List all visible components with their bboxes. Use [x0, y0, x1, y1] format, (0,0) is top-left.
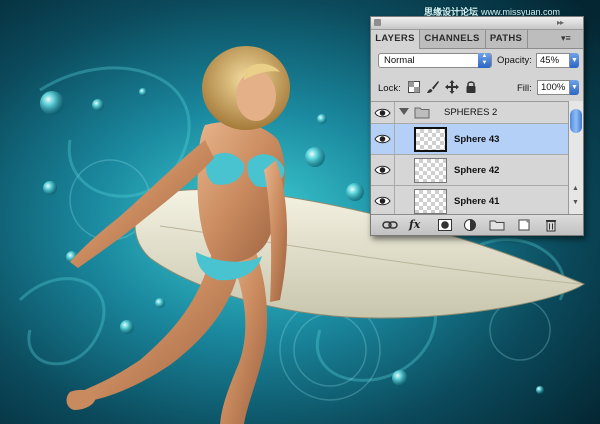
panel-titlebar[interactable]: ▸▸ — [371, 17, 583, 30]
lock-label: Lock: — [378, 83, 401, 94]
layer-thumbnail[interactable] — [414, 127, 447, 152]
scroll-down-arrow-icon[interactable]: ▼ — [572, 199, 579, 206]
tab-layers[interactable]: LAYERS — [371, 30, 420, 49]
visibility-eye-icon[interactable] — [374, 194, 391, 208]
panel-grip-icon[interactable]: ▸▸ — [557, 19, 564, 27]
layers-panel: ▸▸ LAYERS CHANNELS PATHS ▾≡ Normal ▲ ▼ Op… — [370, 16, 584, 236]
visibility-eye-icon[interactable] — [374, 163, 391, 177]
visibility-eye-icon[interactable] — [374, 106, 391, 120]
group-name: SPHERES 2 — [444, 107, 498, 118]
blend-mode-arrows-icon: ▲ ▼ — [478, 53, 491, 68]
lock-paint-icon[interactable] — [426, 80, 440, 94]
folder-icon — [414, 107, 430, 119]
panel-footer-toolbar: fx — [371, 214, 583, 235]
layer-row-sphere-43[interactable]: Sphere 43 — [371, 124, 568, 155]
group-expand-triangle-icon[interactable] — [399, 108, 409, 115]
layer-row-sphere-41[interactable]: Sphere 41 — [371, 186, 568, 217]
new-layer-icon[interactable] — [516, 218, 532, 232]
lock-all-icon[interactable] — [464, 80, 478, 94]
layer-list: SPHERES 2 Sphere 43 Sphere 42 Sphere 41 — [371, 101, 568, 217]
fill-dropdown-icon[interactable]: ▼ — [570, 80, 579, 95]
opacity-input[interactable]: 45% — [536, 53, 570, 68]
new-group-icon[interactable] — [489, 218, 505, 232]
fx-icon[interactable]: fx — [409, 218, 427, 232]
layer-name[interactable]: Sphere 43 — [454, 134, 499, 145]
panel-menu-icon[interactable]: ▾≡ — [561, 33, 571, 44]
layer-row-sphere-42[interactable]: Sphere 42 — [371, 155, 568, 186]
panel-close-icon[interactable] — [374, 19, 381, 26]
tab-paths[interactable]: PATHS — [485, 30, 528, 48]
visibility-eye-icon[interactable] — [374, 132, 391, 146]
fill-input[interactable]: 100% — [537, 80, 570, 95]
lock-transparent-icon[interactable] — [407, 80, 421, 94]
trash-icon[interactable] — [543, 218, 559, 232]
layer-thumbnail[interactable] — [414, 158, 447, 183]
lock-move-icon[interactable] — [445, 80, 459, 94]
layer-name[interactable]: Sphere 42 — [454, 165, 499, 176]
layer-name[interactable]: Sphere 41 — [454, 196, 499, 207]
blend-mode-select[interactable]: Normal ▲ ▼ — [378, 53, 492, 68]
layer-list-scrollbar[interactable]: ▲ ▼ — [568, 101, 583, 214]
opacity-dropdown-icon[interactable]: ▼ — [570, 53, 579, 68]
scrollbar-thumb[interactable] — [570, 109, 582, 133]
layer-thumbnail[interactable] — [414, 189, 447, 214]
layer-mask-icon[interactable] — [437, 218, 453, 232]
blend-mode-value: Normal — [384, 55, 415, 66]
link-layers-icon[interactable] — [382, 218, 398, 232]
fill-label: Fill: — [517, 83, 532, 94]
tab-channels[interactable]: CHANNELS — [419, 30, 486, 48]
layer-group-row[interactable]: SPHERES 2 — [371, 102, 568, 124]
adjustment-layer-icon[interactable] — [462, 218, 478, 232]
panel-tabs: LAYERS CHANNELS PATHS ▾≡ — [371, 30, 583, 49]
scroll-up-arrow-icon[interactable]: ▲ — [572, 185, 579, 192]
opacity-label: Opacity: — [497, 55, 532, 66]
